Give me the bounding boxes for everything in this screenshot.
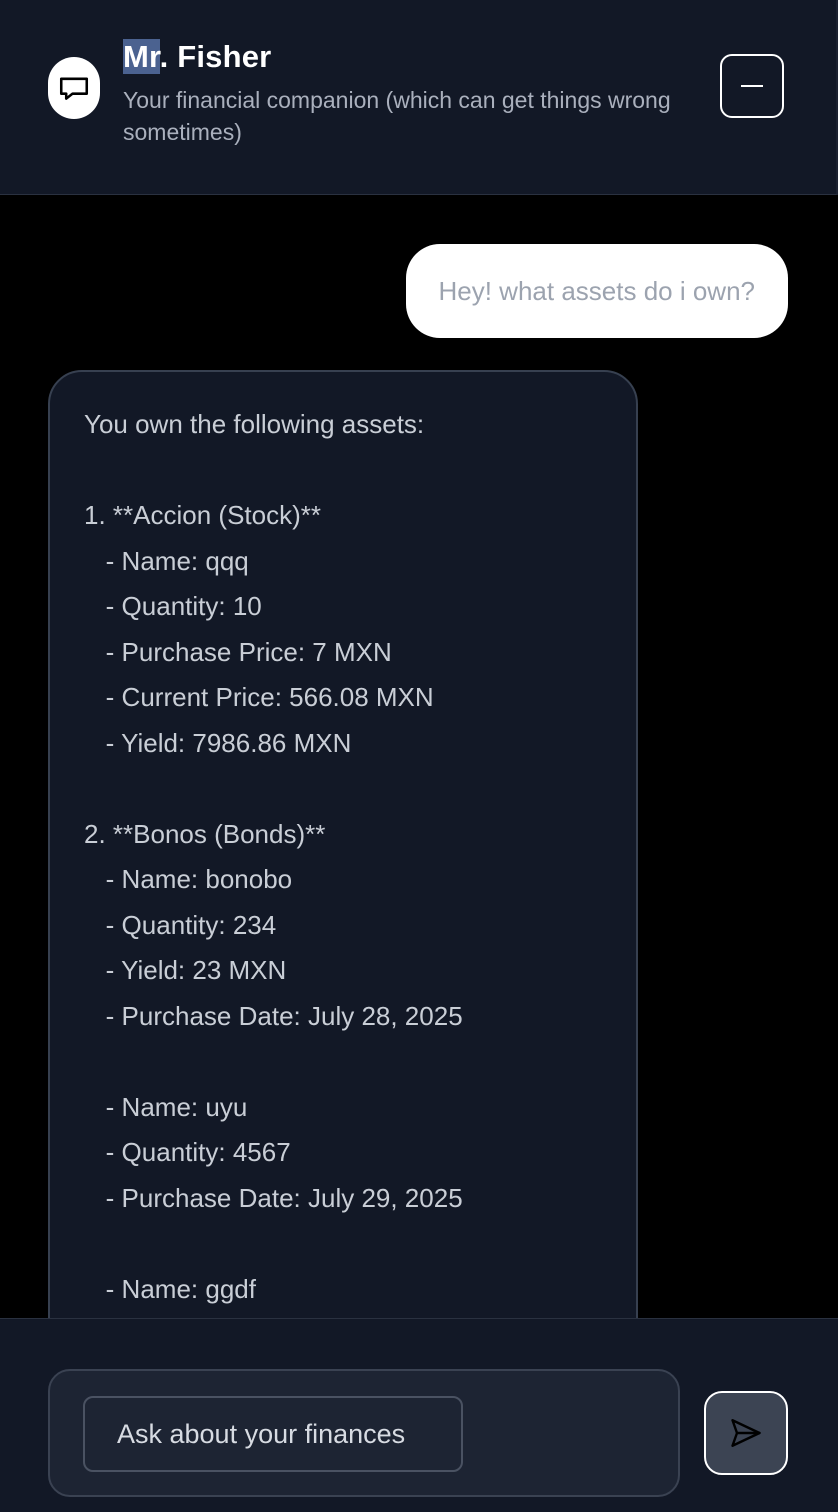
assistant-message-line: 2. **Bonos (Bonds)** — [84, 818, 326, 849]
assistant-message-line: - Purchase Price: 7 MXN — [84, 636, 392, 667]
assistant-message-line — [84, 1039, 602, 1085]
chat-bubble-icon — [59, 77, 89, 100]
assistant-name-rest: . Fisher — [159, 39, 272, 74]
chat-header: Mr. Fisher Your financial companion (whi… — [0, 0, 838, 195]
assistant-message-line — [84, 1221, 602, 1267]
message-input[interactable] — [83, 1396, 463, 1472]
assistant-message-line: - Current Price: 566.08 MXN — [84, 682, 434, 712]
minus-icon — [741, 85, 763, 87]
assistant-message-line: 1. **Accion (Stock)** — [84, 500, 321, 530]
assistant-message-line — [84, 448, 602, 494]
chat-window: Mr. Fisher Your financial companion (whi… — [0, 0, 838, 1512]
assistant-message-line: - Quantity: 234 — [84, 909, 277, 940]
assistant-message-line: - Quantity: 4567 — [84, 1137, 291, 1167]
send-icon — [731, 1419, 761, 1447]
user-message: Hey! what assets do i own? — [405, 244, 788, 338]
assistant-message-line: - Name: uyu — [84, 1091, 248, 1122]
assistant-avatar — [48, 57, 100, 119]
assistant-message: You own the following assets: 1. **Accion… — [48, 370, 638, 1318]
assistant-subtitle: Your financial companion (which can get … — [123, 87, 671, 145]
assistant-message-line: - Yield: 7986.86 MXN — [84, 727, 352, 758]
assistant-name: Mr. Fisher — [123, 36, 271, 78]
composer-box — [48, 1369, 680, 1497]
send-button[interactable] — [704, 1391, 788, 1475]
assistant-message-line: - Quantity: 10 — [84, 591, 262, 621]
assistant-message-line: - Name: bonobo — [84, 864, 293, 894]
assistant-message-line: - Yield: 23 MXN — [84, 955, 287, 985]
assistant-message-line: - Name: qqq — [84, 545, 249, 576]
assistant-message-line: - Purchase Date: July 28, 2025 — [84, 1000, 463, 1031]
composer — [0, 1318, 838, 1512]
assistant-message-line: You own the following assets: — [84, 409, 425, 439]
assistant-message-line: - Purchase Date: July 29, 2025 — [84, 1182, 463, 1213]
message-list[interactable]: Hey! what assets do i own? You own the f… — [0, 195, 838, 1318]
minimize-button[interactable] — [720, 54, 784, 118]
assistant-name-selected: Mr — [123, 39, 160, 74]
assistant-message-line — [84, 766, 602, 812]
assistant-message-line: - Name: ggdf — [84, 1273, 256, 1304]
